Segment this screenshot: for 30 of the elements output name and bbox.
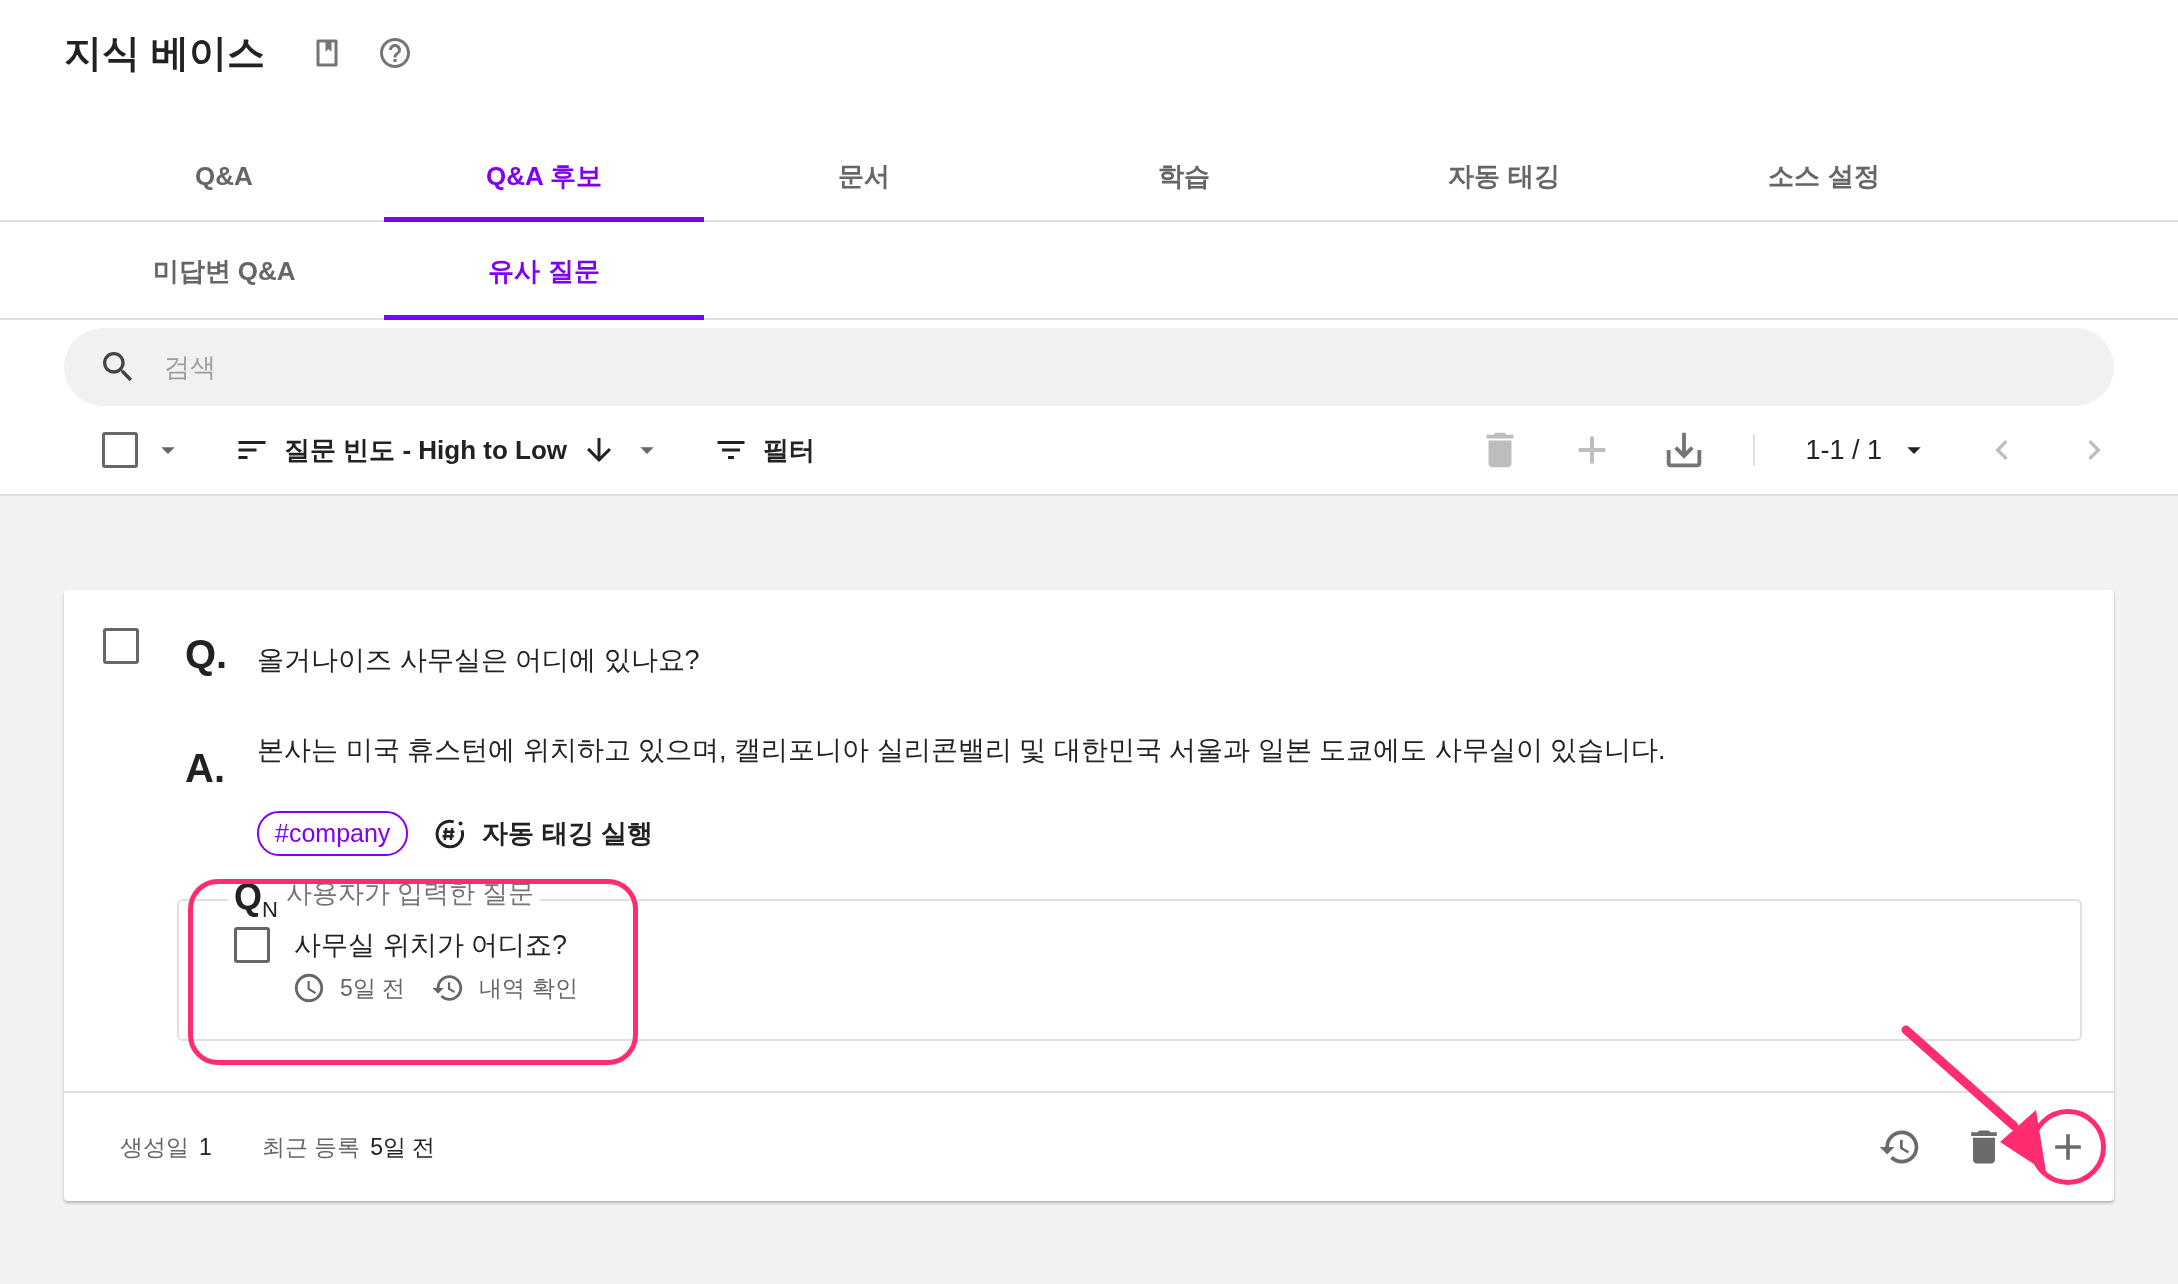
recent-value: 5일 전 (370, 1132, 436, 1162)
filter-button[interactable]: 필터 (713, 432, 816, 468)
question-label: Q. (185, 632, 229, 677)
created-label: 생성일 (120, 1132, 189, 1162)
tab[interactable]: 문서 (704, 130, 1024, 222)
tab[interactable]: 미답변 Q&A (64, 222, 384, 320)
tab[interactable]: Q&A 후보 (384, 130, 704, 222)
checkbox[interactable] (234, 927, 270, 964)
sort-button[interactable]: 질문 빈도 - High to Low (234, 432, 618, 468)
answer-text: 본사는 미국 휴스턴에 위치하고 있으며, 캘리포니아 실리콘밸리 및 대한민국 서울과 일본 도쿄에도 사무실이 있습니다. (257, 734, 1666, 767)
history-link[interactable]: 내역 확인 (431, 971, 578, 1006)
tab[interactable]: 유사 질문 (384, 222, 704, 320)
qn-label: Q$_{N}$ (234, 876, 278, 924)
search-field[interactable]: 검색 (64, 328, 2114, 406)
user-question-text: 사무실 위치가 어디죠? (294, 929, 568, 963)
question-text: 올거나이즈 사무실은 어디에 있나요? (257, 644, 700, 677)
page-range: 1-1 / 1 (1805, 434, 1882, 466)
tab[interactable]: 학습 (1024, 130, 1344, 222)
checkbox[interactable] (102, 432, 138, 468)
tab[interactable]: 소스 설정 (1664, 130, 1984, 222)
time-ago: 5일 전 (340, 973, 406, 1003)
created-value: 1 (199, 1133, 212, 1161)
tab[interactable]: 자동 태깅 (1344, 130, 1664, 222)
answer-label: A. (185, 746, 226, 791)
tab[interactable]: Q&A (64, 130, 384, 222)
tag-chip[interactable]: #company (257, 811, 409, 856)
auto-tag-button[interactable]: 자동 태깅 실행 (432, 815, 653, 852)
recent-label: 최근 등록 (261, 1132, 361, 1162)
page-title: 지식 베이스 (64, 30, 265, 76)
checkbox[interactable] (103, 628, 139, 664)
